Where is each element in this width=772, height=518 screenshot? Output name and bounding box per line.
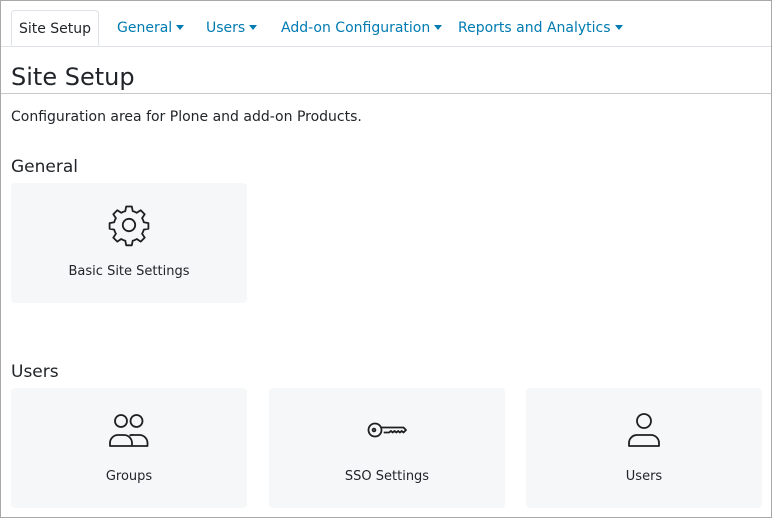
control-panel-tabs: Site Setup General Users Add-on Configur… bbox=[1, 1, 771, 47]
tab-site-setup-label: Site Setup bbox=[18, 21, 92, 37]
caret-down-icon bbox=[614, 25, 623, 30]
title-divider bbox=[1, 93, 771, 94]
card-label: Users bbox=[625, 469, 663, 484]
tab-users[interactable]: Users bbox=[206, 10, 258, 46]
caret-down-icon bbox=[176, 25, 185, 30]
card-label: Basic Site Settings bbox=[68, 264, 190, 279]
card-sso-settings[interactable]: SSO Settings bbox=[269, 388, 505, 508]
caret-down-icon bbox=[434, 25, 443, 30]
gear-icon bbox=[107, 203, 151, 247]
page-description: Configuration area for Plone and add-on … bbox=[11, 109, 362, 125]
caret-down-icon bbox=[249, 25, 258, 30]
tab-add-on-configuration[interactable]: Add-on Configuration bbox=[281, 10, 443, 46]
tab-general-label: General bbox=[117, 20, 173, 36]
card-groups[interactable]: Groups bbox=[11, 388, 247, 508]
key-icon bbox=[365, 408, 409, 452]
tab-site-setup[interactable]: Site Setup bbox=[11, 10, 99, 46]
card-users[interactable]: Users bbox=[526, 388, 762, 508]
tab-users-label: Users bbox=[206, 20, 246, 36]
tab-add-on-configuration-label: Add-on Configuration bbox=[281, 20, 431, 36]
tab-reports-and-analytics-label: Reports and Analytics bbox=[458, 20, 611, 36]
people-icon bbox=[107, 408, 151, 452]
card-label: Groups bbox=[105, 469, 153, 484]
card-label: SSO Settings bbox=[344, 469, 430, 484]
tab-reports-and-analytics[interactable]: Reports and Analytics bbox=[458, 10, 623, 46]
tab-general[interactable]: General bbox=[117, 10, 185, 46]
person-icon bbox=[622, 408, 666, 452]
section-title-general: General bbox=[11, 157, 78, 177]
page-title: Site Setup bbox=[11, 63, 135, 91]
card-basic-site-settings[interactable]: Basic Site Settings bbox=[11, 183, 247, 303]
section-title-users: Users bbox=[11, 362, 59, 382]
site-setup-window: Site Setup General Users Add-on Configur… bbox=[0, 0, 772, 518]
